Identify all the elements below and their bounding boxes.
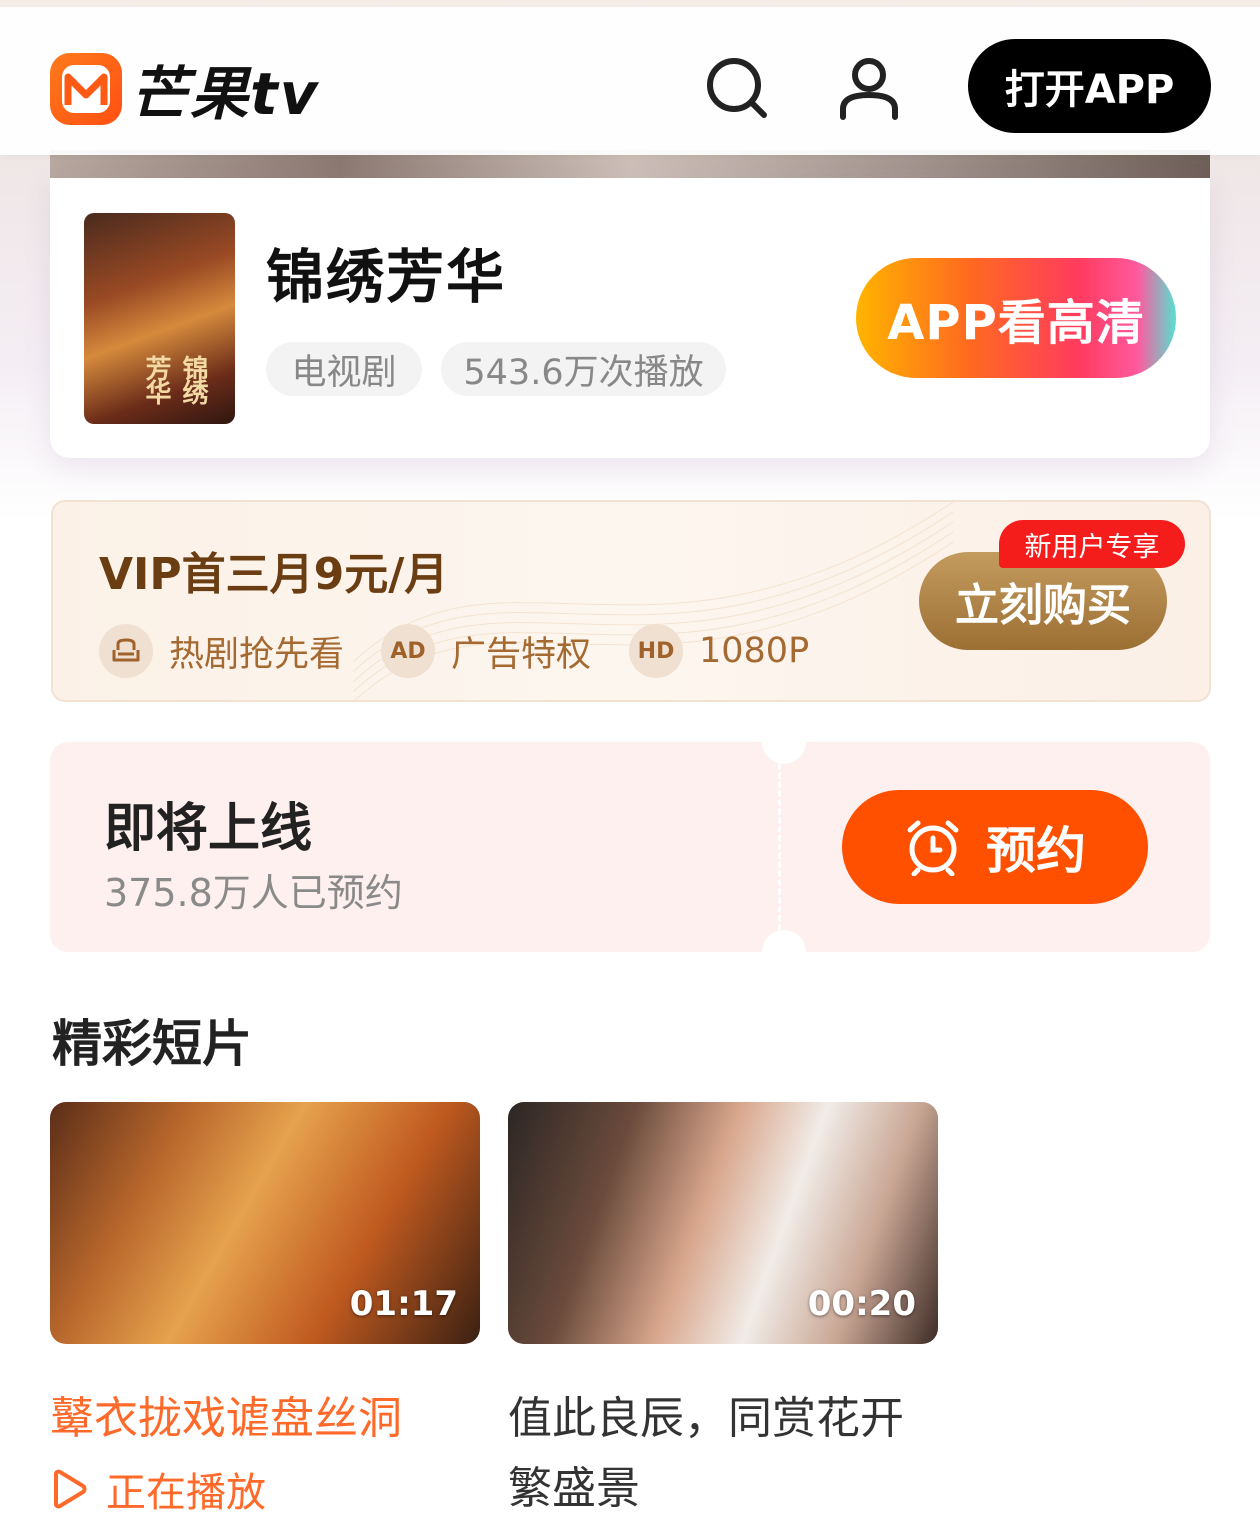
show-info-card: 锦绣芳华 锦绣芳华 电视剧 543.6万次播放 APP看高清 — [50, 178, 1210, 458]
top-header: 芒果tv 打开APP — [0, 7, 1260, 155]
new-user-badge: 新用户专享 — [999, 520, 1185, 568]
show-title: 锦绣芳华 — [266, 243, 507, 311]
clip-card[interactable]: 00:20 值此良辰，同赏花开 繁盛景 — [508, 1102, 938, 1524]
watch-hd-in-app-button[interactable]: APP看高清 — [856, 258, 1176, 378]
search-icon[interactable] — [704, 57, 770, 119]
reserve-button[interactable]: 预约 — [842, 790, 1148, 904]
user-icon[interactable] — [838, 57, 900, 121]
hd-icon: HD — [629, 624, 683, 678]
ticket-notch — [762, 930, 806, 952]
upcoming-title: 即将上线 — [104, 799, 313, 859]
genre-tag: 电视剧 — [266, 342, 422, 396]
perk-early-access: 热剧抢先看 — [99, 624, 344, 678]
clip-thumbnail[interactable]: 00:20 — [508, 1102, 938, 1344]
perk-ad-free: AD 广告特权 — [381, 624, 591, 678]
logo-text: 芒果tv — [130, 60, 320, 128]
reserve-label: 预约 — [986, 822, 1086, 880]
ad-icon: AD — [381, 624, 435, 678]
perk-1080p: HD 1080P — [629, 624, 809, 678]
ticket-divider — [778, 764, 781, 930]
mango-tv-logo[interactable]: 芒果tv — [50, 47, 320, 131]
perk-label: 热剧抢先看 — [169, 634, 345, 675]
clip-thumbnail[interactable]: 01:17 — [50, 1102, 480, 1344]
reservation-count: 375.8万人已预约 — [104, 871, 403, 915]
clip-title[interactable]: 鼙衣拢戏谑盘丝洞 — [50, 1384, 480, 1454]
ticket-notch — [762, 742, 806, 764]
upcoming-card: 即将上线 375.8万人已预约 预约 — [50, 742, 1210, 952]
alarm-clock-icon — [907, 820, 959, 876]
clip-card[interactable]: 01:17 鼙衣拢戏谑盘丝洞 正在播放 — [50, 1102, 480, 1518]
clip-duration: 00:20 — [807, 1284, 916, 1324]
vip-offer-title: VIP首三月9元/月 — [99, 549, 449, 600]
clip-duration: 01:17 — [349, 1284, 458, 1324]
now-playing-indicator: 正在播放 — [50, 1460, 480, 1518]
clip-title-line: 繁盛景 — [508, 1463, 640, 1514]
short-clips-heading: 精彩短片 — [52, 1015, 252, 1073]
now-playing-label: 正在播放 — [106, 1470, 266, 1516]
sofa-icon — [99, 624, 153, 678]
play-count-tag: 543.6万次播放 — [441, 342, 726, 396]
show-poster[interactable]: 锦绣芳华 — [84, 213, 235, 424]
open-app-button[interactable]: 打开APP — [968, 39, 1211, 133]
play-icon — [54, 1469, 87, 1509]
perk-label: 1080P — [699, 631, 810, 671]
perk-label: 广告特权 — [451, 634, 592, 675]
clip-title-line: 值此良辰，同赏花开 — [508, 1393, 904, 1444]
clip-title[interactable]: 值此良辰，同赏花开 繁盛景 — [508, 1384, 938, 1524]
poster-title: 锦绣芳华 — [141, 355, 208, 403]
vip-promo-card[interactable]: VIP首三月9元/月 热剧抢先看 AD 广告特权 HD 1080P 立刻购买 新… — [51, 500, 1211, 702]
mango-logo-icon — [50, 53, 122, 125]
